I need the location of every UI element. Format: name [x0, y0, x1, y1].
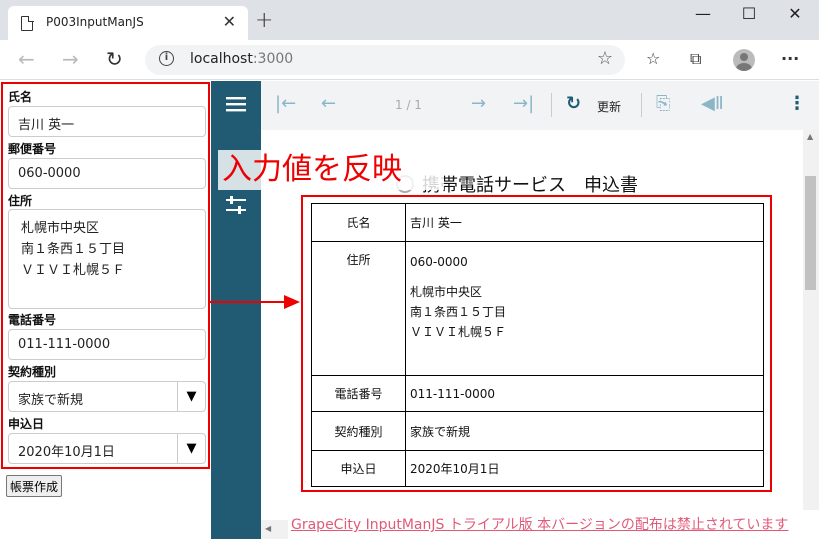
- close-window-icon[interactable]: ✕: [772, 4, 818, 23]
- apply-date-picker[interactable]: 2020年10月1日 ▼: [8, 433, 206, 464]
- address-textarea[interactable]: 札幌市中央区 南１条西１５丁目 ＶＩＶＩ札幌５Ｆ: [8, 209, 206, 309]
- vertical-scroll-thumb[interactable]: [805, 176, 816, 290]
- generate-report-button[interactable]: 帳票作成: [6, 475, 63, 497]
- browser-tab-bar: P003InputManJS ✕ + — ☐ ✕: [0, 0, 819, 40]
- table-row: 住所 060-0000 札幌市中央区 南１条西１５丁目 ＶＩＶＩ札幌５Ｆ: [311, 241, 764, 376]
- next-page-icon[interactable]: →: [471, 93, 486, 114]
- scroll-left-icon[interactable]: ◀: [265, 524, 271, 533]
- viewer-toolbar: |← ← 1 / 1 → →| ↻ 更新 ⎘ ◀Ⅱ ⋮: [261, 81, 819, 130]
- input-form: 氏名 吉川 英一 郵便番号 060-0000 住所 札幌市中央区 南１条西１５丁…: [1, 82, 210, 469]
- table-value: 2020年10月1日: [405, 450, 764, 487]
- browser-nav-bar: ← → ↻ i localhost:3000 ☆ ☆ ⧉ ···: [0, 40, 819, 80]
- application-table: 氏名 吉川 英一 住所 060-0000 札幌市中央区 南１条西１５丁目 ＶＩＶ…: [311, 203, 764, 487]
- collections-icon[interactable]: ⧉: [690, 49, 701, 69]
- apply-date-value: 2020年10月1日: [18, 445, 115, 460]
- contract-type-value: 家族で新規: [18, 393, 84, 408]
- trial-banner-link[interactable]: GrapeCity InputManJS トライアル版 本バージョンの配布は禁止…: [288, 510, 819, 539]
- table-row: 氏名 吉川 英一: [311, 203, 764, 242]
- table-key: 氏名: [311, 203, 406, 242]
- forward-icon[interactable]: →: [62, 47, 79, 71]
- postal-input[interactable]: 060-0000: [8, 158, 206, 189]
- parameters-icon[interactable]: [226, 196, 246, 214]
- maximize-icon[interactable]: ☐: [726, 4, 772, 23]
- dropdown-arrow-icon[interactable]: ▼: [177, 434, 205, 463]
- last-page-icon[interactable]: →|: [513, 93, 534, 114]
- overlay-caption: 入力値を反映: [218, 150, 444, 190]
- arrow-head-icon: [284, 295, 300, 309]
- export-icon[interactable]: ⎘: [656, 93, 670, 114]
- table-row: 電話番号 011-111-0000: [311, 375, 764, 412]
- contract-type-select[interactable]: 家族で新規 ▼: [8, 381, 206, 412]
- info-icon[interactable]: i: [159, 51, 174, 66]
- toolbar-divider: [551, 93, 552, 117]
- apply-date-label: 申込日: [8, 417, 45, 431]
- refresh-label[interactable]: 更新: [597, 98, 621, 115]
- dropdown-arrow-icon[interactable]: ▼: [177, 382, 205, 411]
- viewer-more-icon[interactable]: ⋮: [788, 93, 806, 114]
- postal-code-text: 060-0000: [410, 255, 468, 269]
- page-icon: [21, 15, 34, 31]
- refresh-icon[interactable]: ↻: [566, 93, 581, 114]
- table-key: 住所: [311, 241, 406, 376]
- back-icon[interactable]: ←: [18, 47, 35, 71]
- address-line: 札幌市中央区: [21, 221, 100, 236]
- sidebar-toggle-icon[interactable]: ◀Ⅱ: [701, 93, 724, 114]
- address-bar[interactable]: i localhost:3000 ☆: [145, 45, 625, 75]
- new-tab-icon[interactable]: +: [255, 8, 273, 33]
- previous-page-icon[interactable]: ←: [321, 93, 336, 114]
- name-label: 氏名: [8, 90, 33, 104]
- favorite-star-icon[interactable]: ☆: [597, 48, 613, 69]
- reload-icon[interactable]: ↻: [106, 47, 123, 71]
- table-key: 契約種別: [311, 411, 406, 451]
- address-line: 南１条西１５丁目: [21, 242, 126, 257]
- contract-type-label: 契約種別: [8, 365, 57, 379]
- arrow-line: [208, 301, 288, 303]
- table-value-address: 060-0000 札幌市中央区 南１条西１５丁目 ＶＩＶＩ札幌５Ｆ: [405, 241, 764, 376]
- phone-label: 電話番号: [8, 313, 57, 327]
- address-line: ＶＩＶＩ札幌５Ｆ: [21, 263, 126, 278]
- table-value: 吉川 英一: [405, 203, 764, 242]
- hamburger-menu-icon[interactable]: [226, 96, 246, 112]
- address-line: 札幌市中央区: [410, 285, 483, 299]
- favorites-icon[interactable]: ☆: [646, 49, 660, 68]
- name-input[interactable]: 吉川 英一: [8, 106, 206, 137]
- close-tab-icon[interactable]: ✕: [223, 12, 236, 31]
- profile-avatar[interactable]: [733, 49, 755, 71]
- document-title: 携帯電話サービス 申込書: [422, 175, 638, 196]
- address-line: 南１条西１５丁目: [410, 305, 507, 319]
- phone-input[interactable]: 011-111-0000: [8, 329, 206, 360]
- scroll-up-icon[interactable]: ▲: [807, 132, 813, 141]
- table-key: 申込日: [311, 450, 406, 487]
- table-row: 契約種別 家族で新規: [311, 411, 764, 451]
- table-row: 申込日 2020年10月1日: [311, 450, 764, 487]
- more-menu-icon[interactable]: ···: [781, 49, 799, 68]
- address-label: 住所: [8, 194, 33, 208]
- browser-tab[interactable]: P003InputManJS ✕: [8, 6, 248, 40]
- table-value: 011-111-0000: [405, 375, 764, 412]
- url-text: localhost:3000: [190, 51, 294, 67]
- minimize-icon[interactable]: —: [680, 4, 726, 23]
- address-line: ＶＩＶＩ札幌５Ｆ: [410, 325, 507, 339]
- postal-label: 郵便番号: [8, 142, 57, 156]
- tab-title: P003InputManJS: [46, 15, 144, 29]
- table-value: 家族で新規: [405, 411, 764, 451]
- toolbar-divider: [641, 93, 642, 117]
- first-page-icon[interactable]: |←: [275, 93, 296, 114]
- table-key: 電話番号: [311, 375, 406, 412]
- page-indicator: 1 / 1: [395, 98, 422, 112]
